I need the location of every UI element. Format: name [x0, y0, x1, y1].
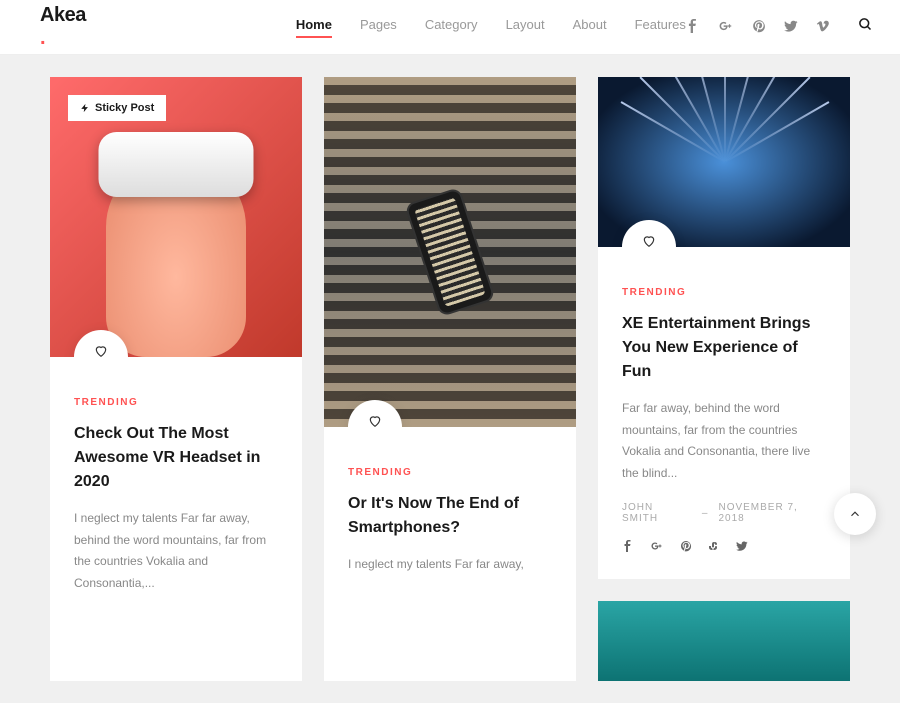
nav-layout[interactable]: Layout — [506, 17, 545, 38]
post-image[interactable]: 171 — [598, 77, 850, 247]
site-header: Akea . Home Pages Category Layout About … — [0, 0, 900, 55]
sticky-label: Sticky Post — [95, 102, 154, 114]
social-links — [686, 17, 873, 37]
post-title[interactable]: Check Out The Most Awesome VR Headset in… — [74, 422, 278, 494]
pinterest-icon[interactable] — [752, 19, 766, 36]
main-nav: Home Pages Category Layout About Feature… — [296, 17, 686, 38]
meta-separator: – — [702, 508, 709, 519]
sticky-badge: Sticky Post — [68, 95, 166, 121]
post-card: 171 TRENDING XE Entertainment Brings You… — [598, 77, 850, 579]
search-icon[interactable] — [858, 17, 873, 37]
logo[interactable]: Akea . — [40, 4, 86, 50]
facebook-icon[interactable] — [622, 540, 634, 555]
twitter-icon[interactable] — [736, 540, 748, 555]
heart-icon — [94, 344, 108, 358]
post-title[interactable]: XE Entertainment Brings You New Experien… — [622, 312, 826, 384]
facebook-icon[interactable] — [686, 19, 700, 36]
scroll-top-button[interactable] — [834, 493, 876, 535]
post-image[interactable] — [598, 601, 850, 681]
post-author[interactable]: JOHN SMITH — [622, 502, 692, 524]
post-card: 321 TRENDING Or It's Now The End of Smar… — [324, 77, 576, 681]
twitter-icon[interactable] — [784, 19, 798, 36]
post-column: 171 TRENDING XE Entertainment Brings You… — [598, 77, 850, 681]
bolt-icon — [80, 103, 90, 113]
heart-icon — [368, 414, 382, 428]
post-category[interactable]: TRENDING — [348, 467, 552, 478]
pinterest-icon[interactable] — [680, 540, 692, 555]
heart-icon — [642, 234, 656, 248]
post-excerpt: I neglect my talents Far far away, behin… — [74, 508, 278, 594]
post-body: TRENDING Or It's Now The End of Smartpho… — [324, 427, 576, 600]
nav-about[interactable]: About — [573, 17, 607, 38]
share-row — [622, 540, 826, 555]
post-excerpt: I neglect my talents Far far away, — [348, 554, 552, 576]
post-grid: Sticky Post 261 TRENDING Check Out The M… — [0, 55, 900, 703]
post-body: TRENDING Check Out The Most Awesome VR H… — [50, 357, 302, 618]
nav-features[interactable]: Features — [635, 17, 686, 38]
google-plus-icon[interactable] — [650, 540, 664, 555]
google-plus-icon[interactable] — [718, 19, 734, 36]
post-title[interactable]: Or It's Now The End of Smartphones? — [348, 492, 552, 540]
nav-pages[interactable]: Pages — [360, 17, 397, 38]
post-image[interactable]: 321 — [324, 77, 576, 427]
logo-text: Akea — [40, 4, 86, 26]
stumbleupon-icon[interactable] — [708, 540, 720, 555]
chevron-up-icon — [848, 507, 862, 521]
post-meta: JOHN SMITH – NOVEMBER 7, 2018 — [622, 502, 826, 524]
post-card — [598, 601, 850, 681]
post-body: TRENDING XE Entertainment Brings You New… — [598, 247, 850, 579]
post-date: NOVEMBER 7, 2018 — [718, 502, 826, 524]
post-category[interactable]: TRENDING — [74, 397, 278, 408]
nav-home[interactable]: Home — [296, 17, 332, 38]
logo-dot: . — [40, 27, 45, 49]
post-category[interactable]: TRENDING — [622, 287, 826, 298]
vimeo-icon[interactable] — [816, 19, 830, 36]
post-excerpt: Far far away, behind the word mountains,… — [622, 398, 826, 484]
post-card: Sticky Post 261 TRENDING Check Out The M… — [50, 77, 302, 681]
post-image[interactable]: Sticky Post 261 — [50, 77, 302, 357]
nav-category[interactable]: Category — [425, 17, 478, 38]
